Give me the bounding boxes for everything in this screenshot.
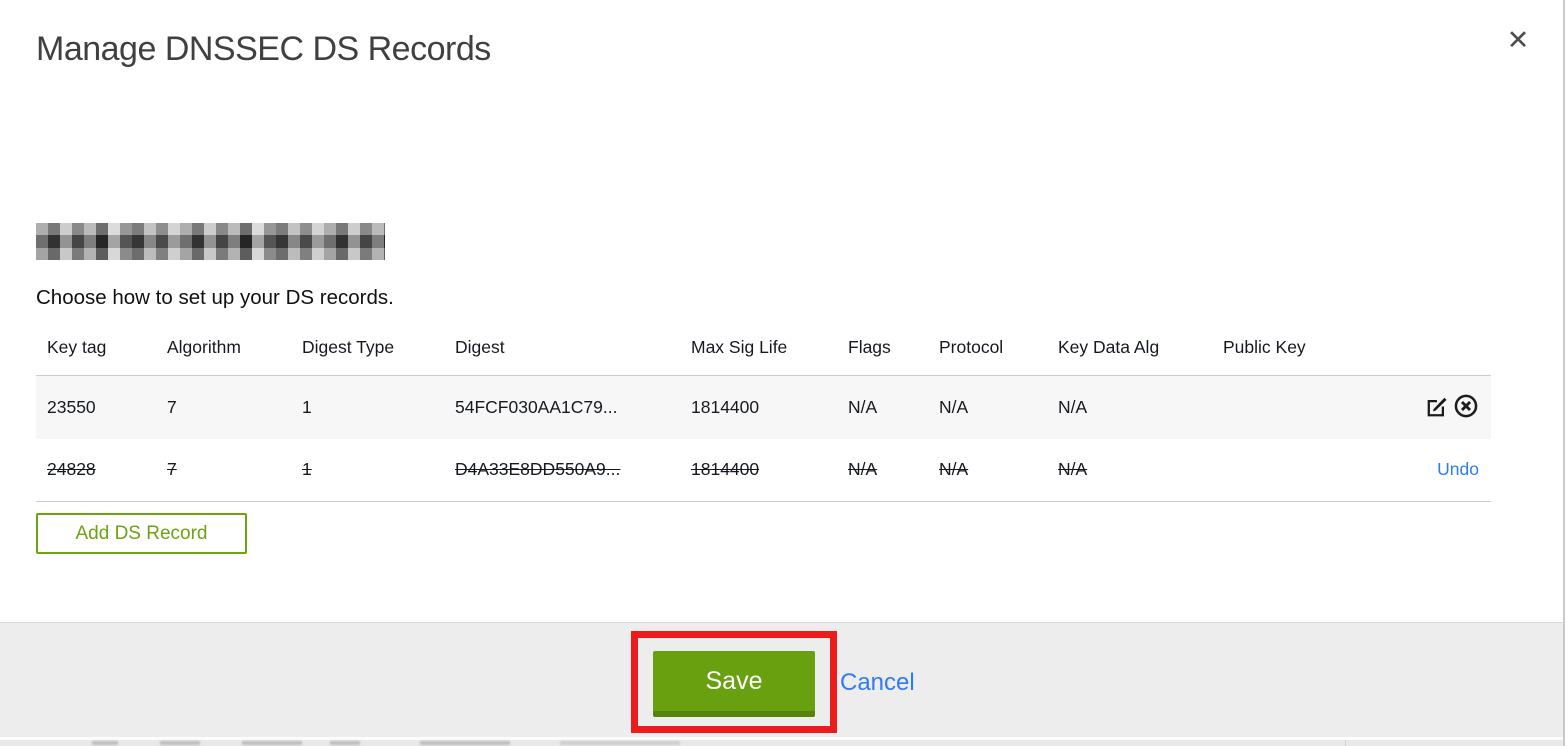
cell-key-tag: 24828 [36,438,156,502]
background-page-edge [0,737,1564,746]
column-header-public-key: Public Key [1212,331,1352,376]
cell-public-key [1212,438,1352,502]
cell-key-data-alg: N/A [1047,438,1212,502]
column-header-actions [1352,331,1491,376]
cell-key-data-alg: N/A [1047,375,1212,439]
page-title: Manage DNSSEC DS Records [36,30,491,68]
add-ds-record-button[interactable]: Add DS Record [36,513,247,554]
instruction-text: Choose how to set up your DS records. [36,286,394,309]
cell-digest: D4A33E8DD550A9... [444,438,680,502]
cell-public-key [1212,375,1352,439]
column-header-algorithm: Algorithm [156,331,291,376]
column-header-max-sig-life: Max Sig Life [680,331,837,376]
close-button[interactable]: ✕ [1498,20,1538,60]
table-header-row: Key tag Algorithm Digest Type Digest Max… [36,331,1491,376]
delete-ds-record-button[interactable] [1453,393,1479,422]
background-content-blur [560,741,680,745]
undo-link[interactable]: Undo [1437,459,1479,479]
window-right-edge [1563,0,1565,746]
cancel-link[interactable]: Cancel [840,669,915,697]
dnssec-ds-records-modal: Manage DNSSEC DS Records ✕ Choose how to… [0,0,1568,746]
cell-max-sig-life: 1814400 [680,375,837,439]
column-header-digest: Digest [444,331,680,376]
close-icon: ✕ [1506,25,1530,55]
delete-circle-icon [1453,394,1479,422]
background-content-blur [420,741,510,745]
modal-footer: Save Cancel [0,622,1564,737]
column-header-digest-type: Digest Type [291,331,444,376]
cell-flags: N/A [837,375,928,439]
cell-algorithm: 7 [156,438,291,502]
cell-key-tag: 23550 [36,375,156,439]
column-header-key-data-alg: Key Data Alg [1047,331,1212,376]
background-content-blur [330,741,360,745]
cell-algorithm: 7 [156,375,291,439]
background-divider [1345,740,1346,746]
cell-protocol: N/A [928,438,1047,502]
column-header-key-tag: Key tag [36,331,156,376]
redacted-domain-name [36,223,385,260]
column-header-flags: Flags [837,331,928,376]
cell-digest-type: 1 [291,438,444,502]
ds-record-row-deleted: 24828 7 1 D4A33E8DD550A9... 1814400 N/A … [36,438,1491,502]
edit-ds-record-button[interactable] [1425,393,1451,422]
ds-record-row: 23550 7 1 54FCF030AA1C79... 1814400 N/A … [36,375,1491,439]
cell-digest: 54FCF030AA1C79... [444,375,680,439]
background-content-blur [242,741,302,745]
cell-actions [1352,375,1491,439]
cell-actions: Undo [1352,438,1491,502]
background-content-blur [92,741,118,745]
cell-flags: N/A [837,438,928,502]
ds-records-table: Key tag Algorithm Digest Type Digest Max… [36,331,1491,502]
edit-icon [1425,397,1451,422]
background-content-blur [160,741,200,745]
save-button[interactable]: Save [653,651,815,717]
column-header-protocol: Protocol [928,331,1047,376]
cell-max-sig-life: 1814400 [680,438,837,502]
cell-digest-type: 1 [291,375,444,439]
cell-protocol: N/A [928,375,1047,439]
